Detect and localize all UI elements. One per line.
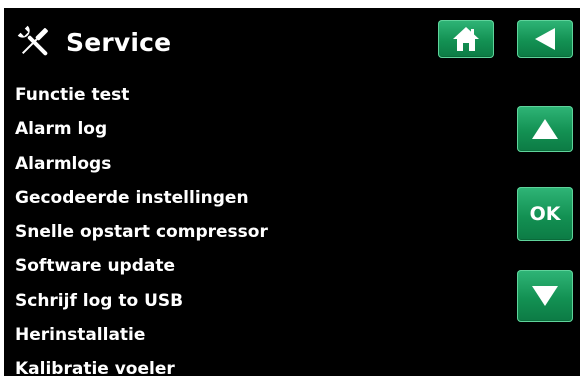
service-menu: Functie test Alarm log Alarmlogs Gecodee… xyxy=(15,78,495,376)
menu-item-kalibratie-voeler[interactable]: Kalibratie voeler xyxy=(15,352,495,376)
menu-item-herinstallatie[interactable]: Herinstallatie xyxy=(15,318,495,352)
service-screen: Service Functie test Alarm log Alarmlogs… xyxy=(4,8,580,376)
scroll-up-button[interactable] xyxy=(517,106,573,152)
menu-item-software-update[interactable]: Software update xyxy=(15,249,495,283)
back-button[interactable] xyxy=(517,20,573,58)
tools-icon xyxy=(14,22,54,62)
page-title: Service xyxy=(66,27,172,57)
menu-item-functie-test[interactable]: Functie test xyxy=(15,78,495,112)
menu-item-alarm-log[interactable]: Alarm log xyxy=(15,112,495,146)
menu-item-schrijf-log-to-usb[interactable]: Schrijf log to USB xyxy=(15,284,495,318)
up-arrow-icon xyxy=(530,117,560,141)
home-icon xyxy=(451,25,481,53)
ok-button[interactable]: OK xyxy=(517,187,573,241)
menu-item-alarmlogs[interactable]: Alarmlogs xyxy=(15,147,495,181)
menu-item-gecodeerde-instellingen[interactable]: Gecodeerde instellingen xyxy=(15,181,495,215)
down-arrow-icon xyxy=(530,284,560,308)
home-button[interactable] xyxy=(438,20,494,58)
header: Service xyxy=(14,22,171,62)
scroll-down-button[interactable] xyxy=(517,270,573,322)
back-arrow-icon xyxy=(533,26,557,52)
ok-label: OK xyxy=(529,203,561,225)
menu-item-snelle-opstart-compressor[interactable]: Snelle opstart compressor xyxy=(15,215,495,249)
